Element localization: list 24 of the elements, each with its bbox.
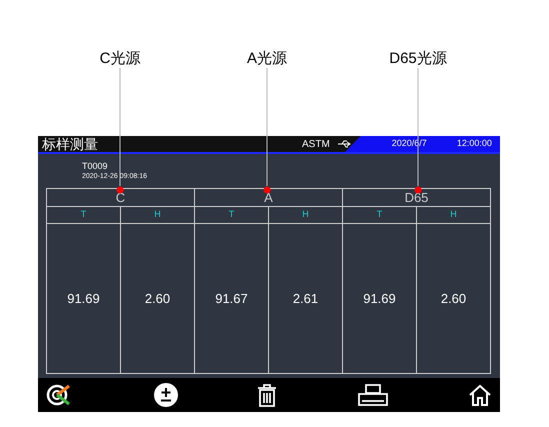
callout-label: A光源 [247,49,287,69]
column-header: T [376,208,384,222]
home-icon[interactable] [468,383,492,407]
trash-icon[interactable] [257,383,277,407]
column-header: H [268,207,342,223]
callout-label: C光源 [100,49,140,69]
plus-minus-icon[interactable] [154,383,178,407]
value-cell-text: 91.69 [362,290,397,308]
column-header: H [416,207,490,223]
value-cell: 2.60 [120,224,194,373]
usb-icon [338,140,352,148]
standard-label: ASTM [302,138,330,152]
time-label: 12:00:00 [456,137,492,150]
column-header: H [120,207,194,223]
callout-label: D65光源 [389,49,447,69]
value-cell: 2.61 [268,224,342,373]
screen-title: 标样测量 [42,137,98,151]
value-cell-text: 91.67 [214,290,249,308]
sample-name: T0009 [82,160,109,172]
printer-icon[interactable] [356,383,388,407]
value-cell-text: 91.69 [66,290,101,308]
value-cell: 2.60 [416,224,490,373]
column-header: T [228,208,236,222]
column-header: T [80,208,88,222]
